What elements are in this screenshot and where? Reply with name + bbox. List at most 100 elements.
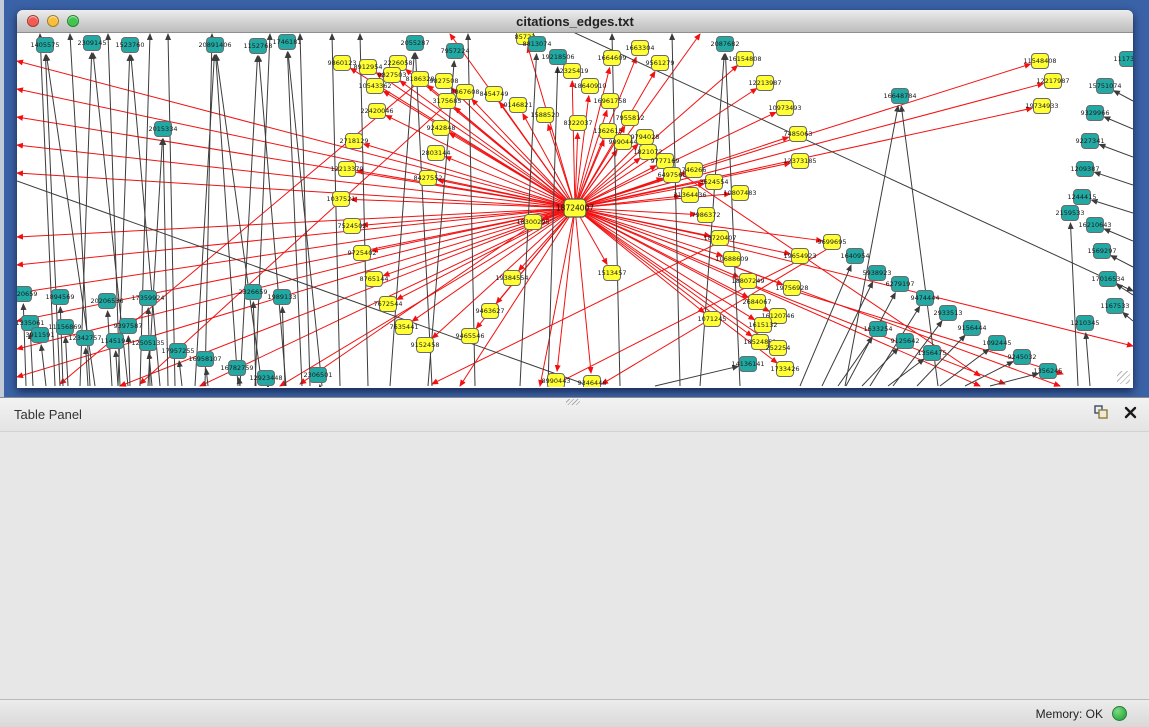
node-label: 18640910 <box>573 82 606 90</box>
splitter-grip[interactable] <box>566 399 580 405</box>
node-label: 5938923 <box>863 269 892 277</box>
node-label: 7635441 <box>390 323 419 331</box>
node-label: 7672544 <box>374 300 403 308</box>
node-label: 1513457 <box>598 269 627 277</box>
node-label: 9827508 <box>430 77 459 85</box>
node-label: 11548408 <box>1023 57 1056 65</box>
hub-node-label: 18724007 <box>556 204 594 213</box>
table-panel-header: Table Panel <box>0 398 1149 432</box>
node-label: 12342757 <box>68 334 101 342</box>
node-label: 12505135 <box>131 339 164 347</box>
node-label: 1640954 <box>841 252 870 260</box>
node-label: 22420046 <box>360 107 393 115</box>
node-label: 2015334 <box>149 125 178 133</box>
node-label: 2933513 <box>934 309 963 317</box>
node-label: 1733426 <box>771 365 800 373</box>
node-label: 7955812 <box>616 114 645 122</box>
node-label: 9777169 <box>651 157 680 165</box>
node-label: 19734933 <box>1025 102 1058 110</box>
node-label: 12373185 <box>783 157 816 165</box>
node-label: 16648784 <box>883 92 916 100</box>
node-label: 18807249 <box>731 277 764 285</box>
table-panel-title: Table Panel <box>14 407 82 422</box>
node-label: 9860123 <box>328 59 357 67</box>
node-label: 1362615 <box>594 127 623 135</box>
node-label: 10688609 <box>715 255 748 263</box>
node-label: 1117364 <box>1114 55 1133 63</box>
node-label: 12213379 <box>330 165 363 173</box>
node-label: 15751074 <box>1088 82 1121 90</box>
node-label: 3911591 <box>26 331 55 339</box>
node-label: 7986372 <box>692 211 721 219</box>
node-label: 16210643 <box>1078 221 1111 229</box>
node-label: 8454749 <box>480 90 509 98</box>
node-label: 16958107 <box>188 355 221 363</box>
node-label: 12213987 <box>748 79 781 87</box>
node-label: 9699695 <box>818 238 847 246</box>
node-label: 1405575 <box>31 41 60 49</box>
node-label: 9465546 <box>456 332 485 340</box>
node-label: 1167533 <box>1101 302 1130 310</box>
node-label: 2055287 <box>401 39 430 47</box>
node-label: 3175685 <box>433 97 462 105</box>
node-label: 17957255 <box>161 347 194 355</box>
node-label: 2159533 <box>1056 209 1085 217</box>
node-label: 9227341 <box>1076 137 1105 145</box>
node-label: 9329966 <box>1081 109 1110 117</box>
float-panel-icon[interactable] <box>1094 405 1110 419</box>
node-label: 8912954 <box>354 63 383 71</box>
network-canvas[interactable]: 12325419 18640910 16961758 7955812 136261583… <box>17 33 1133 387</box>
node-label: 1664609 <box>598 54 627 62</box>
node-label: 9156444 <box>958 324 987 332</box>
node-label: 19654923 <box>783 252 816 260</box>
node-label: 19756928 <box>775 284 808 292</box>
node-label: 7957224 <box>441 47 470 55</box>
node-label: 12325419 <box>555 67 588 75</box>
node-label: 6279197 <box>886 280 915 288</box>
node-label: 1356245 <box>1034 367 1063 375</box>
memory-status-label: Memory: OK <box>1036 707 1103 721</box>
status-bar: Memory: OK <box>0 699 1149 727</box>
network-window-titlebar[interactable]: citations_edges.txt <box>17 10 1133 33</box>
node-label: 1244415 <box>1068 193 1097 201</box>
network-window: citations_edges.txt 12325419 18640910 1696… <box>17 10 1133 388</box>
node-label: 9561279 <box>646 59 675 67</box>
node-label: 9463627 <box>476 307 505 315</box>
node-label: 1523760 <box>116 41 145 49</box>
node-label: 9125642 <box>891 337 920 345</box>
node-label: 16154808 <box>728 55 761 63</box>
node-label: 17359924 <box>131 294 164 302</box>
node-label: 8322037 <box>564 119 593 127</box>
node-label: 2306501 <box>304 371 333 379</box>
node-label: 9827503 <box>378 71 407 79</box>
close-panel-icon[interactable] <box>1124 406 1137 419</box>
node-label: 9474444 <box>911 294 940 302</box>
node-label: 9725402 <box>348 249 377 257</box>
node-label: 7485063 <box>784 130 813 138</box>
node-label: 8813074 <box>523 40 552 48</box>
node-label: 2718129 <box>340 137 369 145</box>
node-label: 20891406 <box>198 41 231 49</box>
node-label: 7524502 <box>338 222 367 230</box>
node-label: 9245032 <box>1008 353 1037 361</box>
node-label: 2226058 <box>384 59 413 67</box>
node-label: 16961758 <box>593 97 626 105</box>
node-label: 1989133 <box>268 293 297 301</box>
node-label: 746266 <box>682 166 707 174</box>
node-label: 19384554 <box>495 274 528 282</box>
node-label: 18720407 <box>703 234 736 242</box>
node-label: 1209387 <box>1071 165 1100 173</box>
node-label: 1145194 <box>101 337 130 345</box>
window-resize-grip[interactable] <box>1117 371 1130 384</box>
node-label: 8765144 <box>360 275 389 283</box>
node-label: 8427552 <box>414 174 443 182</box>
node-label: 252254 <box>766 344 791 352</box>
node-label: 2320659 <box>17 290 37 298</box>
node-label: 1071245 <box>698 315 727 323</box>
node-label: 1894569 <box>46 293 75 301</box>
node-label: 14136141 <box>731 360 764 368</box>
node-label: 1633254 <box>864 325 893 333</box>
desktop-edge <box>0 0 4 397</box>
window-title: citations_edges.txt <box>17 14 1133 29</box>
node-label: 10807483 <box>723 189 756 197</box>
